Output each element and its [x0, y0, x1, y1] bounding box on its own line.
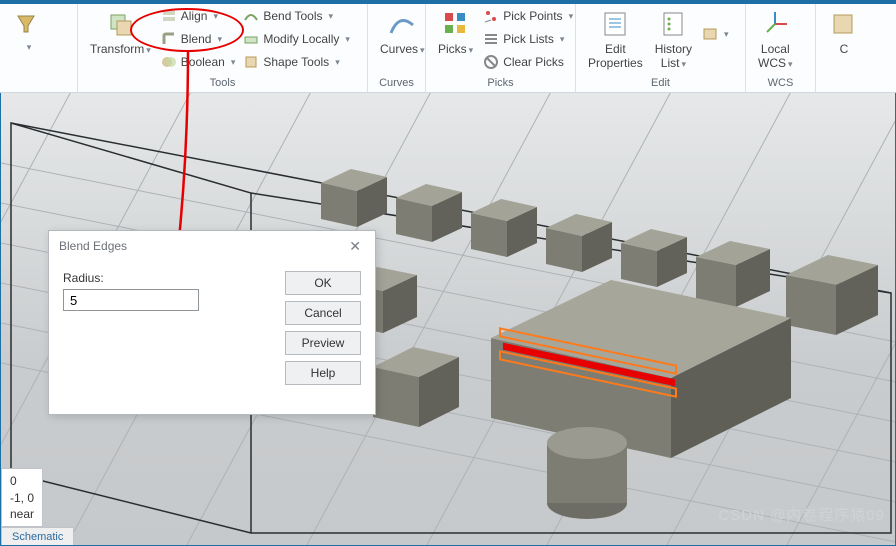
coordinate-display: 0-1, 0near: [1, 468, 43, 527]
list-icon: [483, 31, 499, 47]
group-label-picks: Picks: [434, 75, 567, 92]
modify-locally-button[interactable]: Modify Locally▾: [241, 29, 352, 49]
blend-button[interactable]: Blend▾: [159, 29, 238, 49]
curves-button[interactable]: Curves▾: [376, 6, 429, 58]
group-label-tools: Tools: [86, 75, 359, 92]
group-label-edit: Edit: [584, 75, 737, 92]
picks-button[interactable]: Picks▾: [434, 6, 477, 58]
ribbon: ▾ Transform▾ Align▾ Blend▾ Boolean▾ Bend…: [0, 0, 896, 93]
radius-label: Radius:: [63, 271, 269, 285]
align-icon: [161, 8, 177, 24]
bend-icon: [243, 8, 259, 24]
ok-button[interactable]: OK: [285, 271, 361, 295]
pick-points-button[interactable]: Pick Points▾: [481, 6, 575, 26]
shape-icon: [243, 54, 259, 70]
help-button[interactable]: Help: [285, 361, 361, 385]
dropdown-button[interactable]: ▾: [8, 6, 48, 55]
modify-icon: [243, 31, 259, 47]
group-label: [8, 75, 69, 92]
point-icon: [483, 8, 499, 24]
group-label-wcs: WCS: [754, 75, 807, 92]
clear-icon: [483, 54, 499, 70]
radius-input[interactable]: [63, 289, 199, 311]
history-list-button[interactable]: History List▾: [651, 6, 696, 72]
clear-picks-button[interactable]: Clear Picks: [481, 52, 575, 72]
align-button[interactable]: Align▾: [159, 6, 238, 26]
partial-button[interactable]: C: [824, 6, 864, 58]
preview-button[interactable]: Preview: [285, 331, 361, 355]
boolean-button[interactable]: Boolean▾: [159, 52, 238, 72]
blend-edges-dialog: Blend Edges ✕ Radius: OK Cancel Preview …: [48, 230, 376, 415]
cancel-button[interactable]: Cancel: [285, 301, 361, 325]
bend-tools-button[interactable]: Bend Tools▾: [241, 6, 352, 26]
boolean-icon: [161, 54, 177, 70]
pick-lists-button[interactable]: Pick Lists▾: [481, 29, 575, 49]
transform-button[interactable]: Transform▾: [86, 6, 155, 58]
local-wcs-button[interactable]: Local WCS▾: [754, 6, 797, 72]
watermark: CSDN @内卷程序猿09: [718, 504, 885, 525]
ribbon-accent: [0, 0, 896, 4]
edit-extra-button[interactable]: ▾: [700, 24, 731, 44]
edit-properties-button[interactable]: Edit Properties: [584, 6, 647, 72]
group-label-curves: Curves: [376, 75, 417, 92]
close-icon[interactable]: ✕: [345, 238, 365, 255]
blend-icon: [161, 31, 177, 47]
dialog-title: Blend Edges: [59, 239, 127, 253]
schematic-tab[interactable]: Schematic: [1, 527, 74, 545]
shape-tools-button[interactable]: Shape Tools▾: [241, 52, 352, 72]
